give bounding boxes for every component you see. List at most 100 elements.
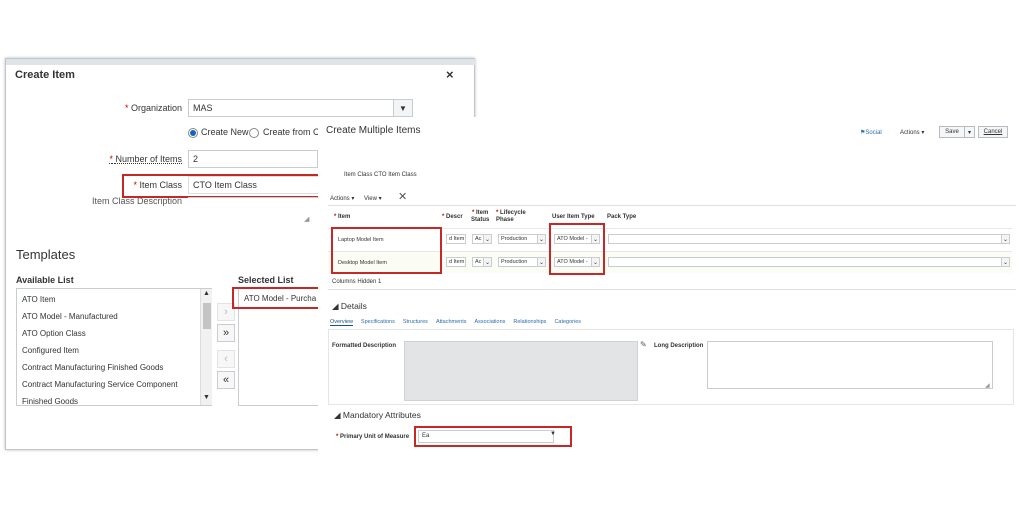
- col-description-label: Descr: [446, 214, 463, 220]
- number-of-items-input[interactable]: 2: [188, 150, 318, 168]
- col-pack-type: Pack Type: [607, 214, 637, 220]
- collapse-icon[interactable]: ◢: [334, 410, 341, 420]
- row-phase[interactable]: Production: [498, 257, 538, 267]
- primary-uom-select[interactable]: Ea: [418, 430, 554, 443]
- save-button[interactable]: Save: [939, 126, 965, 138]
- item-class-label: * Item Class: [133, 180, 182, 190]
- details-heading: Details: [340, 301, 367, 311]
- panel-title: Create Multiple Items: [326, 125, 421, 136]
- chevron-down-icon[interactable]: ⌄: [483, 257, 492, 267]
- item-class-input[interactable]: CTO Item Class: [188, 176, 322, 194]
- chevron-down-icon[interactable]: ⌄: [537, 234, 546, 244]
- available-list[interactable]: ATO Item ATO Model - Manufactured ATO Op…: [16, 288, 212, 406]
- chevron-down-icon[interactable]: ▼: [393, 99, 413, 117]
- col-lifecycle-label-2: Phase: [496, 217, 514, 223]
- row-description[interactable]: d Item: [446, 234, 466, 244]
- templates-heading: Templates: [16, 247, 76, 262]
- item-class-label-text: Item Class: [139, 180, 182, 190]
- available-list-scrollbar[interactable]: ▲ ▼: [200, 289, 212, 405]
- col-user-item-type: User Item Type: [552, 214, 595, 220]
- number-of-items-label: * Number of Items: [109, 154, 182, 164]
- item-class-description-field[interactable]: [188, 197, 318, 223]
- chevron-down-icon[interactable]: ⌄: [1001, 234, 1010, 244]
- cancel-button[interactable]: Cancel: [978, 126, 1008, 138]
- col-item: * Item: [334, 214, 351, 220]
- mandatory-attributes-heading: Mandatory Attributes: [342, 410, 421, 420]
- row-pack-type[interactable]: [608, 234, 1002, 244]
- create-multiple-items-panel: Create Multiple Items ⚑Social Actions ▾ …: [318, 117, 1020, 455]
- details-section[interactable]: ◢ Details: [332, 301, 367, 312]
- item-names-highlight: [331, 227, 442, 274]
- tab-relationships[interactable]: Relationships: [513, 319, 546, 326]
- close-icon[interactable]: ×: [446, 67, 454, 82]
- divider: [328, 205, 1016, 206]
- create-from-radio[interactable]: [249, 128, 259, 138]
- tab-specifications[interactable]: Specifications: [361, 319, 395, 326]
- save-menu-button[interactable]: ▾: [964, 126, 975, 138]
- primary-uom-label: * Primary Unit of Measure: [336, 434, 410, 440]
- tab-structures[interactable]: Structures: [403, 319, 428, 326]
- col-item-status: * Item Status: [471, 210, 490, 223]
- chevron-down-icon[interactable]: ⌄: [483, 234, 492, 244]
- list-item[interactable]: ATO Item: [17, 291, 199, 308]
- resize-grip-icon[interactable]: ◢: [304, 215, 309, 223]
- move-all-right-icon[interactable]: »: [217, 324, 235, 342]
- list-item[interactable]: ATO Model - Manufactured: [17, 308, 199, 325]
- tab-overview[interactable]: Overview: [330, 319, 353, 326]
- move-all-left-icon[interactable]: «: [217, 371, 235, 389]
- toolbar-actions-label: Actions: [330, 196, 350, 202]
- toolbar-view-menu[interactable]: View ▾: [364, 195, 382, 202]
- list-item[interactable]: Contract Manufacturing Finished Goods: [17, 359, 199, 376]
- collapse-icon[interactable]: ◢: [332, 301, 339, 311]
- row-phase[interactable]: Production: [498, 234, 538, 244]
- tab-categories[interactable]: Categories: [554, 319, 581, 326]
- long-description-label: Long Description: [654, 343, 704, 349]
- chevron-up-icon[interactable]: ▲: [203, 290, 210, 297]
- organization-label-text: Organization: [130, 103, 182, 113]
- divider: [328, 289, 1016, 290]
- col-description: * Descr: [442, 214, 463, 220]
- details-tabs: Overview Specifications Structures Attac…: [330, 319, 581, 326]
- social-link[interactable]: ⚑Social: [860, 129, 882, 136]
- edit-pencil-icon[interactable]: ✎: [640, 340, 647, 349]
- organization-label: * Organization: [124, 103, 182, 113]
- move-left-icon[interactable]: ‹: [217, 350, 235, 368]
- tab-associations[interactable]: Associations: [475, 319, 506, 326]
- create-new-label: Create New: [201, 127, 249, 137]
- selected-item-highlight: [232, 287, 328, 309]
- row-pack-type[interactable]: [608, 257, 1002, 267]
- chevron-down-icon[interactable]: ⌄: [537, 257, 546, 267]
- resize-grip-icon[interactable]: ◢: [985, 382, 990, 389]
- list-item[interactable]: Configured Item: [17, 342, 199, 359]
- scrollbar-thumb[interactable]: [203, 303, 211, 329]
- long-description-textarea[interactable]: [707, 341, 993, 389]
- col-item-status-label-1: Item: [476, 210, 489, 216]
- create-from-label: Create from C: [263, 127, 320, 137]
- formatted-description-editor[interactable]: [404, 341, 638, 401]
- organization-select[interactable]: MAS: [188, 99, 394, 117]
- actions-menu[interactable]: Actions ▾: [900, 129, 924, 136]
- dialog-top-strip: [6, 59, 476, 65]
- chevron-down-icon[interactable]: ▼: [203, 394, 210, 401]
- list-item[interactable]: Finished Goods: [17, 393, 199, 410]
- col-lifecycle-phase: * Lifecycle Phase: [496, 210, 526, 223]
- chevron-down-icon[interactable]: ⌄: [1001, 257, 1010, 267]
- tab-attachments[interactable]: Attachments: [436, 319, 467, 326]
- row-description[interactable]: d Item: [446, 257, 466, 267]
- selected-list-label: Selected List: [238, 275, 294, 285]
- item-class-line: Item Class CTO Item Class: [344, 172, 417, 178]
- chevron-down-icon[interactable]: ▼: [550, 431, 556, 437]
- formatted-description-label: Formatted Description: [332, 343, 397, 349]
- list-item[interactable]: ATO Option Class: [17, 325, 199, 342]
- create-new-radio[interactable]: [188, 128, 198, 138]
- detach-icon[interactable]: ✕: [398, 190, 407, 203]
- dialog-title: Create Item: [15, 69, 75, 81]
- col-item-label: Item: [338, 214, 351, 220]
- mandatory-attributes-section[interactable]: ◢ Mandatory Attributes: [334, 410, 421, 421]
- item-class-description-label: Item Class Description: [91, 196, 182, 206]
- user-item-type-highlight: [549, 223, 605, 275]
- list-item[interactable]: Contract Manufacturing Service Component: [17, 376, 199, 393]
- primary-uom-label-text: Primary Unit of Measure: [340, 434, 410, 440]
- col-item-status-label-2: Status: [471, 217, 490, 223]
- toolbar-actions-menu[interactable]: Actions ▾: [330, 195, 354, 202]
